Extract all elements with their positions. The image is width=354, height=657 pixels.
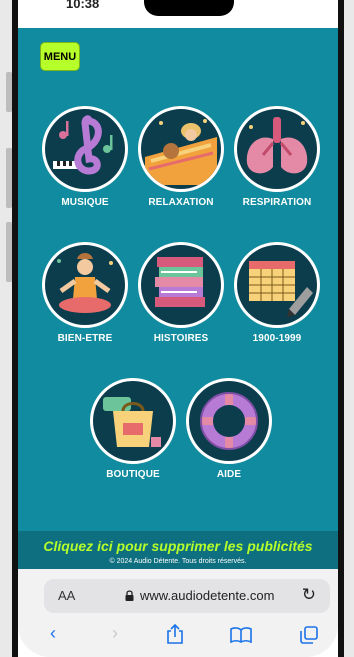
calendar-pencil-icon xyxy=(234,242,320,328)
forward-icon[interactable]: › xyxy=(112,623,118,644)
tile-relaxation[interactable]: RELAXATION xyxy=(136,106,226,208)
reader-settings-button[interactable]: AA xyxy=(58,588,75,603)
tile-label-relaxation: RELAXATION xyxy=(148,197,214,208)
books-icon xyxy=(138,242,224,328)
status-bar: 10:38 xyxy=(18,0,338,28)
remove-ads-link[interactable]: Cliquez ici pour supprimer les publicité… xyxy=(18,538,338,554)
tile-respiration[interactable]: RESPIRATION xyxy=(232,106,322,208)
share-icon[interactable] xyxy=(166,624,184,644)
tile-boutique[interactable]: BOUTIQUE xyxy=(88,378,178,480)
tile-label-respiration: RESPIRATION xyxy=(242,197,312,208)
tile-label-aide: AIDE xyxy=(216,469,242,480)
shopping-bag-icon xyxy=(90,378,176,464)
tile-musique[interactable]: MUSIQUE xyxy=(40,106,130,208)
bezel-right xyxy=(338,0,344,657)
tile-aide[interactable]: AIDE xyxy=(184,378,274,480)
treble-clef-icon xyxy=(42,106,128,192)
tabs-icon[interactable] xyxy=(300,626,318,644)
reload-icon[interactable]: ↻ xyxy=(302,585,316,605)
tile-label-boutique: BOUTIQUE xyxy=(106,469,160,480)
website-content: MENU MUSIQUE RELAXATION RESPIRATION BIEN… xyxy=(18,28,338,531)
tile-bien-etre[interactable]: BIEN-ETRE xyxy=(40,242,130,344)
back-icon[interactable]: ‹ xyxy=(50,623,56,644)
tile-label-histoires: HISTOIRES xyxy=(153,333,209,344)
tile-histoires[interactable]: HISTOIRES xyxy=(136,242,226,344)
lock-icon xyxy=(125,590,134,601)
copyright-text: © 2024 Audio Détente. Tous droits réserv… xyxy=(109,558,247,565)
tile-label-1900-1999: 1900-1999 xyxy=(252,333,302,344)
screen: 10:38 MENU MUSIQUE RELAXATION RESPIRATIO… xyxy=(18,0,338,657)
ad-banner[interactable]: Cliquez ici pour supprimer les publicité… xyxy=(18,531,338,569)
bookmarks-icon[interactable] xyxy=(230,627,252,643)
browser-toolbar: AA www.audiodetente.com ↻ ‹ › xyxy=(18,569,338,657)
url-text: www.audiodetente.com xyxy=(140,588,275,603)
phone-frame: 10:38 MENU MUSIQUE RELAXATION RESPIRATIO… xyxy=(0,0,354,657)
tile-1900-1999[interactable]: 1900-1999 xyxy=(232,242,322,344)
address-bar[interactable]: AA www.audiodetente.com ↻ xyxy=(44,579,330,613)
lungs-icon xyxy=(234,106,320,192)
lifebuoy-icon xyxy=(186,378,272,464)
status-time: 10:38 xyxy=(66,0,100,11)
tile-label-bien-etre: BIEN-ETRE xyxy=(57,333,113,344)
dynamic-island xyxy=(144,0,234,16)
tile-label-musique: MUSIQUE xyxy=(61,197,109,208)
phone-side-right xyxy=(344,0,354,657)
yoga-woman-icon xyxy=(42,242,128,328)
sleeping-woman-icon xyxy=(138,106,224,192)
menu-button[interactable]: MENU xyxy=(40,42,80,71)
